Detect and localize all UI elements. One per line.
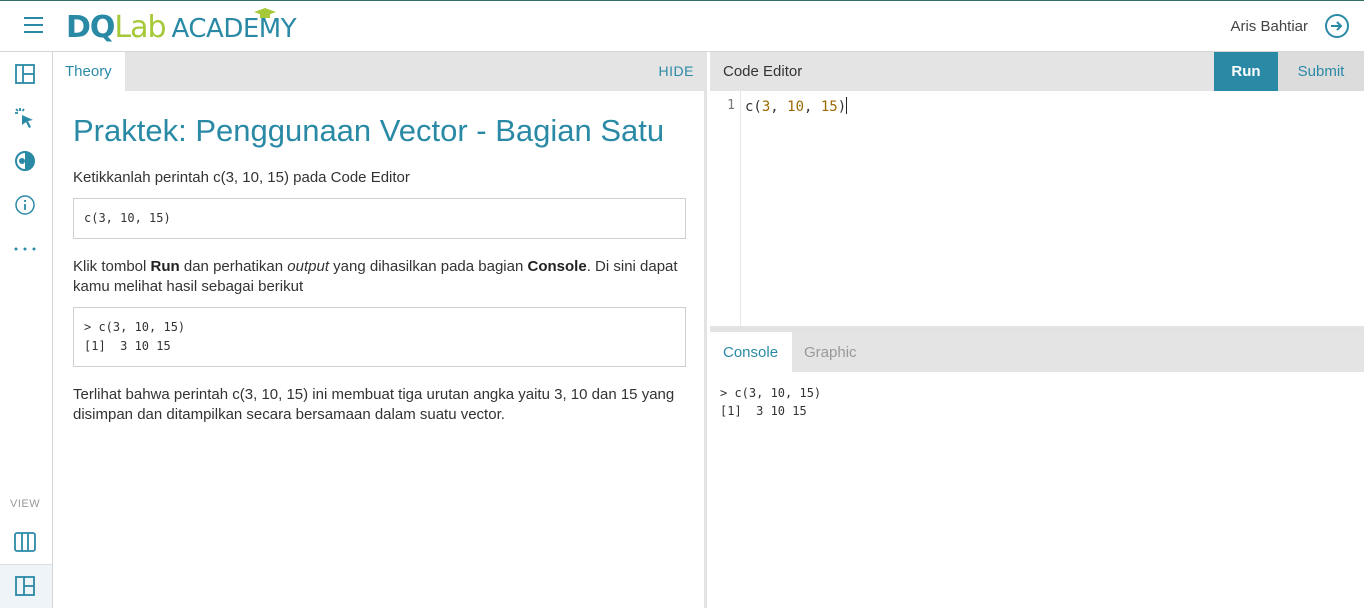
tab-theory[interactable]: Theory xyxy=(53,52,125,91)
layout-icon[interactable] xyxy=(13,62,37,86)
code-editor-panel: Code Editor Run Submit 1 c(3, 10, 15) xyxy=(710,52,1364,326)
hide-button[interactable]: HIDE xyxy=(659,63,694,79)
info-icon[interactable] xyxy=(13,193,37,217)
contrast-icon[interactable] xyxy=(13,149,37,173)
theory-tab-bar: Theory HIDE xyxy=(53,52,707,91)
instruction-paragraph: Ketikkanlah perintah c(3, 10, 15) pada C… xyxy=(73,169,410,186)
top-bar: DQ Lab ACADEMY Aris Bahtiar xyxy=(0,0,1364,52)
split-view-icon[interactable] xyxy=(13,574,37,598)
bold-run: Run xyxy=(150,258,180,275)
tab-graphic[interactable]: Graphic xyxy=(804,344,857,361)
tab-console[interactable]: Console xyxy=(710,332,792,372)
hamburger-icon[interactable] xyxy=(24,17,43,33)
logout-icon[interactable] xyxy=(1324,13,1350,39)
logo-academy: ACADEMY xyxy=(171,14,297,44)
text-run: Klik tombol xyxy=(73,258,151,275)
view-label: VIEW xyxy=(10,498,41,510)
editor-header: Code Editor Run Submit xyxy=(710,52,1364,91)
line-gutter: 1 xyxy=(710,91,741,326)
conclusion-paragraph: Terlihat bahwa perintah c(3, 10, 15) ini… xyxy=(73,386,675,423)
pointer-click-icon[interactable] xyxy=(13,106,37,130)
console-tab-bar: Console Graphic xyxy=(710,332,1364,372)
code-number: 15 xyxy=(820,99,838,115)
graduation-cap-icon xyxy=(254,8,276,18)
text-run: yang dihasilkan pada bagian xyxy=(329,258,528,275)
console-output: > c(3, 10, 15) [1] 3 10 15 xyxy=(720,386,822,418)
columns-view-icon[interactable] xyxy=(13,530,37,554)
username[interactable]: Aris Bahtiar xyxy=(1230,18,1308,35)
run-button[interactable]: Run xyxy=(1214,52,1278,91)
code-token: , xyxy=(804,99,821,115)
logo-lab: Lab xyxy=(114,10,166,45)
text-run: dan perhatikan xyxy=(179,258,288,275)
editor-title: Code Editor xyxy=(723,63,803,80)
logo-dq: DQ xyxy=(66,10,115,45)
submit-button[interactable]: Submit xyxy=(1278,52,1364,91)
code-token: , xyxy=(770,99,788,115)
code-token: ) xyxy=(837,99,847,115)
explanation-paragraph: Klik tombol Run dan perhatikan output ya… xyxy=(73,257,686,297)
more-dots-icon[interactable] xyxy=(13,237,37,261)
output-example-box: > c(3, 10, 15) [1] 3 10 15 xyxy=(73,307,686,367)
console-panel: Console Graphic > c(3, 10, 15) [1] 3 10 … xyxy=(710,326,1364,608)
page-title: Praktek: Penggunaan Vector - Bagian Satu xyxy=(73,113,665,148)
text-cursor xyxy=(846,97,848,114)
code-token: c( xyxy=(745,99,762,115)
bold-console: Console xyxy=(527,258,587,275)
code-number: 10 xyxy=(787,99,805,115)
logo[interactable]: DQ Lab ACADEMY xyxy=(66,8,297,46)
theory-panel: Theory HIDE Praktek: Penggunaan Vector -… xyxy=(53,52,707,608)
code-example-box: c(3, 10, 15) xyxy=(73,198,686,239)
italic-output: output xyxy=(287,258,329,275)
left-sidebar: VIEW xyxy=(0,52,53,608)
theory-content: Praktek: Penggunaan Vector - Bagian Satu… xyxy=(73,114,686,425)
line-number: 1 xyxy=(727,98,735,113)
code-input-line[interactable]: c(3, 10, 15) xyxy=(745,97,848,115)
